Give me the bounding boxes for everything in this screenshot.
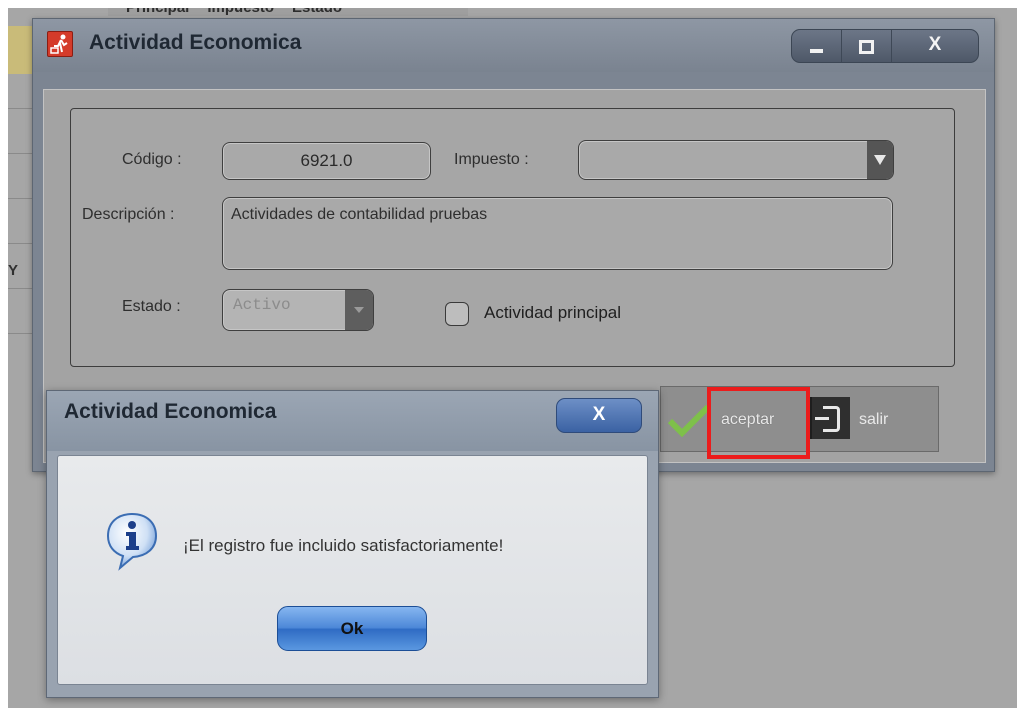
dialog-message: ¡El registro fue incluido satisfactoriam… [183, 536, 504, 555]
estado-label: Estado : [122, 298, 181, 315]
estado-dropdown-button[interactable] [345, 290, 373, 330]
window-controls: X [791, 29, 979, 63]
close-button[interactable]: X [892, 30, 978, 62]
dialog-body: ¡El registro fue incluido satisfactoriam… [57, 455, 648, 685]
app-icon [47, 31, 73, 57]
actividad-principal-label[interactable]: Actividad principal [484, 303, 621, 323]
close-icon: X [928, 34, 942, 55]
minimize-button[interactable] [792, 30, 842, 62]
impuesto-select[interactable] [578, 140, 894, 180]
check-icon[interactable] [667, 403, 711, 437]
descripcion-value: Actividades de contabilidad pruebas [231, 206, 488, 223]
info-icon [106, 512, 158, 571]
estado-select[interactable]: Activo [222, 289, 374, 331]
descripcion-label: Descripción : [82, 206, 175, 223]
impuesto-label: Impuesto : [454, 151, 529, 168]
minimize-icon [810, 49, 823, 53]
close-icon: X [592, 404, 606, 425]
dialog-titlebar[interactable]: Actividad Economica X [47, 391, 658, 451]
codigo-label: Código : [122, 151, 182, 168]
dialog-title: Actividad Economica [64, 400, 277, 423]
chevron-down-icon [354, 307, 364, 313]
highlight-box [707, 387, 810, 459]
background-cell-text: Y [8, 262, 19, 279]
form-panel: Código : 6921.0 Impuesto : Descripción :… [70, 108, 955, 367]
impuesto-dropdown-button[interactable] [867, 141, 893, 179]
salir-button[interactable]: salir [859, 411, 888, 429]
background-tab-impuesto[interactable]: Impuesto [207, 8, 274, 16]
descripcion-textarea[interactable]: Actividades de contabilidad pruebas [222, 197, 893, 270]
maximize-icon [859, 40, 874, 54]
background-tabs: Principal Impuesto Estado [108, 8, 468, 16]
background-tab-principal[interactable]: Principal [126, 8, 189, 16]
exit-icon[interactable] [809, 397, 850, 439]
dialog-close-button[interactable]: X [556, 398, 642, 433]
chevron-down-icon [874, 155, 886, 165]
codigo-field[interactable]: 6921.0 [222, 142, 431, 180]
maximize-button[interactable] [842, 30, 892, 62]
actividad-principal-checkbox[interactable] [445, 302, 469, 326]
background-tab-estado[interactable]: Estado [292, 8, 342, 16]
ok-button[interactable]: Ok [277, 606, 427, 651]
window-title: Actividad Economica [89, 31, 302, 54]
window-titlebar[interactable]: Actividad Economica X [33, 19, 994, 72]
estado-value: Activo [233, 296, 291, 314]
ok-button-label: Ok [340, 619, 364, 638]
message-dialog: Actividad Economica X ¡El registro fue i… [46, 390, 659, 698]
